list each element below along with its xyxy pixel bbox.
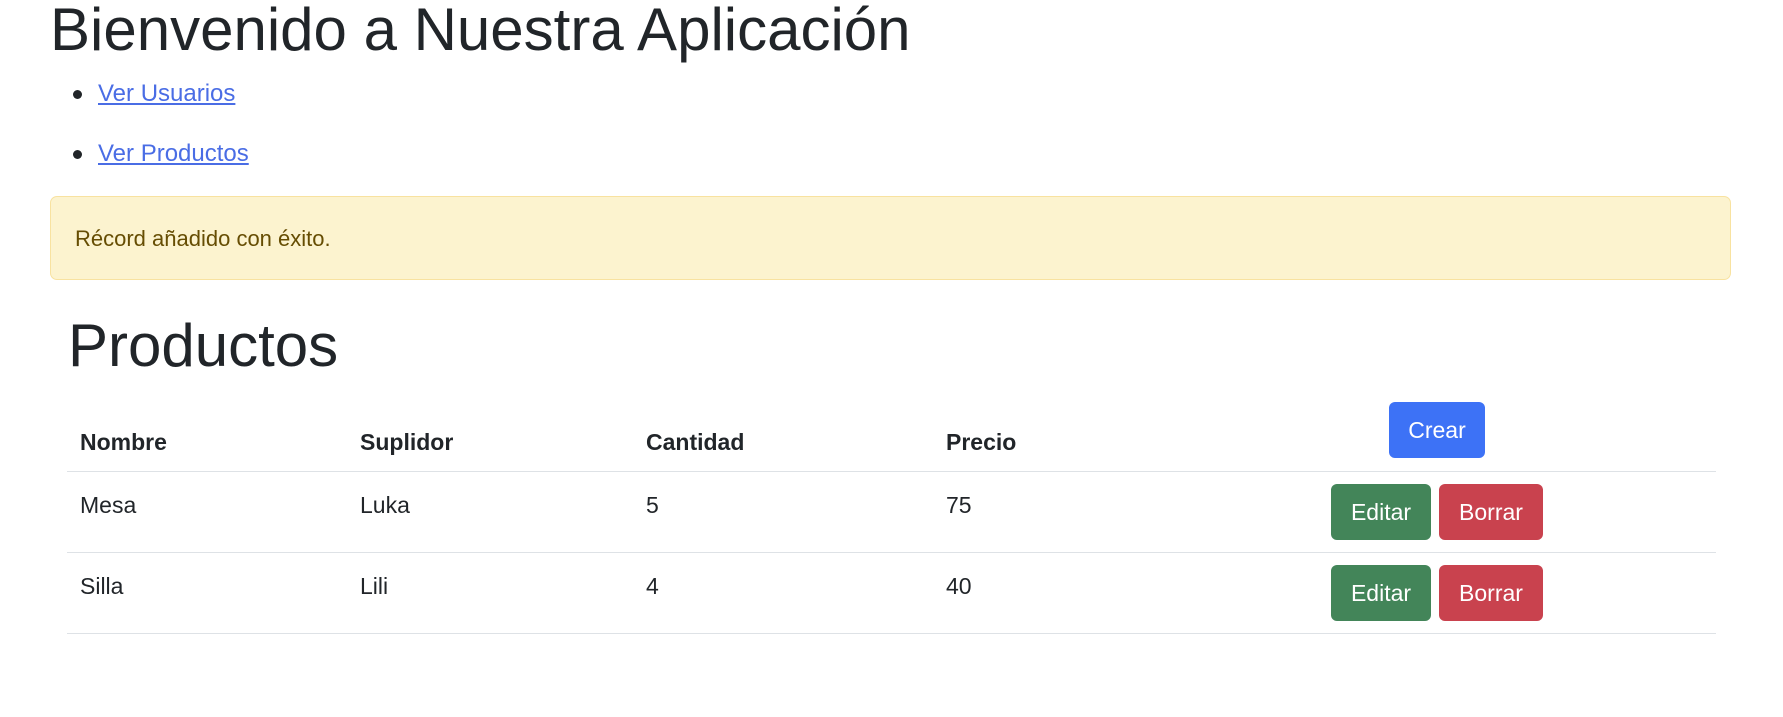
cell-precio: 75 [946,492,972,518]
cell-cantidad: 5 [646,492,659,518]
cell-suplidor: Lili [360,573,389,599]
borrar-button[interactable]: Borrar [1439,565,1543,621]
table-header-row: Nombre Suplidor Cantidad Precio Crear [67,400,1716,472]
crear-button[interactable]: Crear [1389,402,1485,458]
cell-cantidad: 4 [646,573,659,599]
products-title: Productos [68,312,339,379]
alert-message: Récord añadido con éxito. [75,226,331,251]
nav-list: Ver Usuarios Ver Productos [50,72,249,192]
ver-usuarios-link[interactable]: Ver Usuarios [98,80,235,107]
editar-button[interactable]: Editar [1331,484,1431,540]
products-table: Nombre Suplidor Cantidad Precio Crear Me… [67,400,1716,634]
column-header-nombre: Nombre [80,429,167,455]
cell-suplidor: Luka [360,492,410,518]
cell-precio: 40 [946,573,972,599]
success-alert: Récord añadido con éxito. [50,196,1731,280]
table-row: Silla Lili 4 40 Editar Borrar [67,553,1716,634]
column-header-suplidor: Suplidor [360,429,454,455]
editar-button[interactable]: Editar [1331,565,1431,621]
borrar-button[interactable]: Borrar [1439,484,1543,540]
column-header-cantidad: Cantidad [646,429,745,455]
ver-productos-link[interactable]: Ver Productos [98,140,249,167]
page-title: Bienvenido a Nuestra Aplicación [50,0,911,63]
nav-item-productos: Ver Productos [50,132,249,192]
cell-nombre: Silla [80,573,124,599]
column-header-precio: Precio [946,429,1017,455]
table-row: Mesa Luka 5 75 Editar Borrar [67,472,1716,553]
nav-item-usuarios: Ver Usuarios [50,72,249,132]
cell-nombre: Mesa [80,492,137,518]
